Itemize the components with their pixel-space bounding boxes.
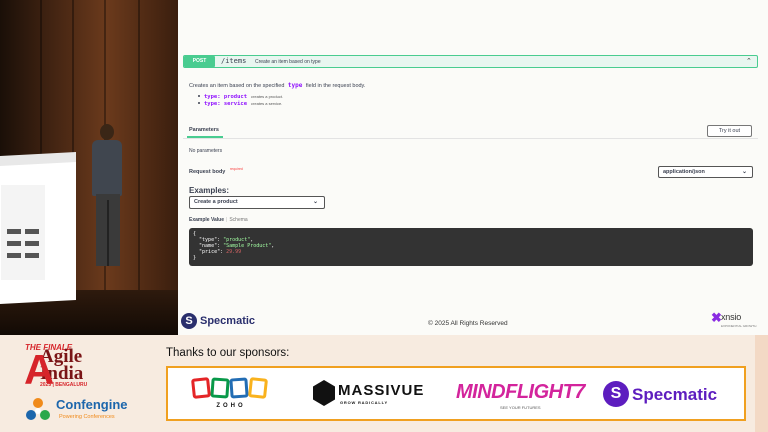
- video-frame: POST /items Create an item based on type…: [0, 0, 768, 432]
- endpoint-path: /items: [221, 57, 247, 65]
- required-badge: required: [230, 167, 243, 171]
- operation-header[interactable]: POST /items Create an item based on type…: [183, 55, 758, 68]
- content-type-select[interactable]: application/json ⌄: [658, 166, 753, 178]
- no-parameters-text: No parameters: [189, 148, 223, 154]
- specmatic-icon: S: [181, 313, 197, 329]
- request-body-label: Request body: [189, 169, 226, 175]
- chevron-down-icon: ⌄: [741, 169, 747, 175]
- code-line: }: [193, 255, 197, 261]
- zoho-logo: ZOHO: [191, 377, 270, 414]
- sponsor-panel: ZOHO MASSIVUE GROW RADICALLY MINDFLIGHT7…: [166, 366, 746, 421]
- divider: [183, 138, 758, 139]
- examples-label: Examples:: [189, 186, 230, 195]
- speaker-figure: [86, 124, 130, 274]
- operation-description: Creates an item based on the specified t…: [189, 82, 366, 89]
- massivue-icon: [313, 380, 335, 406]
- banner-edge: [755, 335, 768, 432]
- example-code-block: { "type": "product", "name": "Sample Pro…: [189, 228, 753, 266]
- event-subline: 2025 | BENGALURU: [40, 382, 88, 388]
- confengine-logo: Confengine Powering Conferences: [25, 396, 155, 426]
- inline-code: type: [287, 82, 303, 89]
- xnsio-logo: ✖ xnsio EXPONENTIAL GROWTH: [711, 310, 757, 328]
- copyright-text: © 2025 All Rights Reserved: [428, 320, 508, 327]
- chevron-down-icon: ⌄: [312, 199, 318, 205]
- stage-photo: [0, 0, 178, 335]
- list-item: type: service creates a service.: [198, 101, 282, 107]
- method-badge: POST: [184, 56, 215, 67]
- massivue-logo: MASSIVUE GROW RADICALLY: [313, 378, 423, 414]
- agile-india-logo: A Agile India: [24, 346, 84, 393]
- endpoint-summary: Create an item based on type: [255, 58, 321, 65]
- specmatic-logo: S Specmatic: [181, 313, 255, 329]
- sponsors-heading: Thanks to our sponsors:: [166, 347, 290, 359]
- confengine-icon: [26, 398, 50, 420]
- stage-banner: [1, 185, 45, 280]
- examples-select[interactable]: Create a product ⌄: [189, 196, 325, 209]
- chevron-up-icon[interactable]: ⌃: [746, 57, 754, 65]
- specmatic-sponsor-logo: S Specmatic: [603, 378, 733, 414]
- tab-example-value[interactable]: Example Value: [189, 217, 224, 223]
- example-tabs: Example Value | Schema: [189, 217, 248, 223]
- tab-schema[interactable]: Schema: [229, 217, 247, 223]
- specmatic-icon: S: [603, 381, 629, 407]
- parameters-heading: Parameters: [189, 127, 219, 133]
- list-item: type: product creates a product.: [198, 94, 283, 100]
- try-it-out-button[interactable]: Try it out: [707, 125, 752, 137]
- swagger-screen: POST /items Create an item based on type…: [178, 0, 768, 335]
- mindflight-logo: MINDFLIGHT7 SEE YOUR FUTURES: [456, 381, 585, 410]
